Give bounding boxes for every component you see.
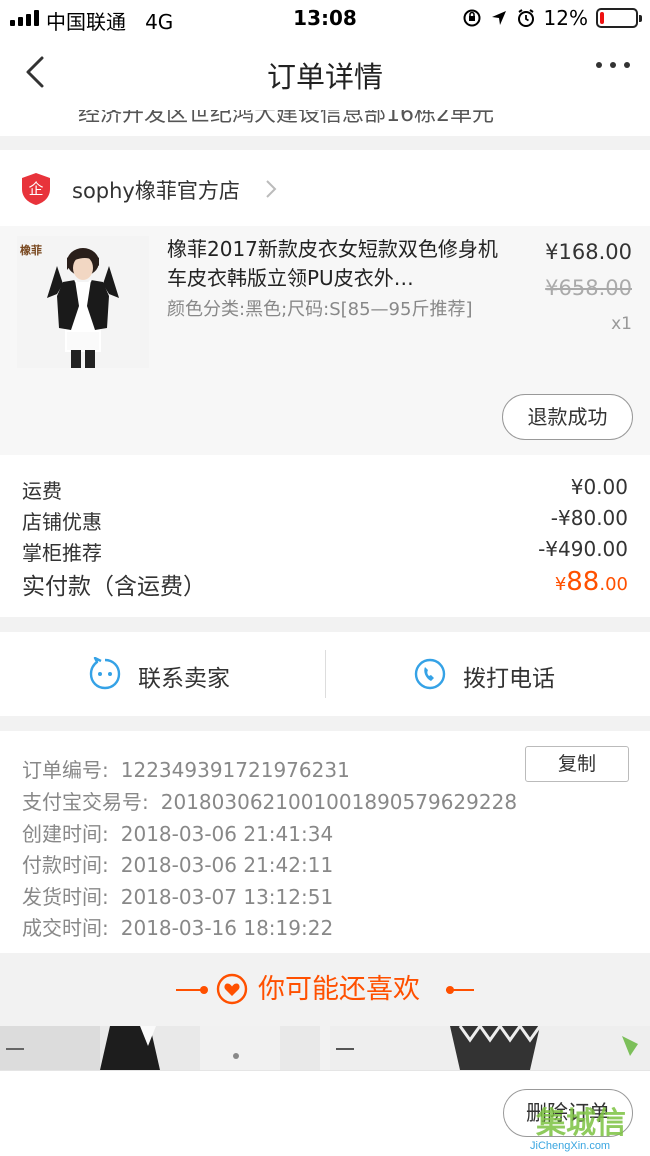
total-decimal: .00 bbox=[599, 574, 628, 595]
battery-icon bbox=[596, 8, 642, 28]
shop-header[interactable]: 企 sophy橡菲官方店 bbox=[0, 150, 650, 226]
shipped-time-row: 发货时间: 2018-03-07 13:12:51 bbox=[22, 881, 333, 910]
total-paid-row: 实付款（含运费） ¥88.00 bbox=[22, 567, 628, 607]
total-currency: ¥ bbox=[554, 574, 567, 595]
battery-percent: 12% bbox=[543, 6, 588, 30]
total-paid-value: ¥88.00 bbox=[555, 567, 628, 597]
recommend-product-image-2[interactable] bbox=[330, 1026, 650, 1070]
heart-icon bbox=[216, 973, 248, 1005]
status-right: 12% bbox=[462, 6, 642, 30]
product-spec: 颜色分类:黑色;尺码:S[85—95斤推荐] bbox=[167, 299, 473, 320]
original-price: ¥658.00 bbox=[545, 276, 632, 300]
total-paid-label: 实付款（含运费） bbox=[22, 574, 206, 600]
recommend-label: 你可能还喜欢 bbox=[258, 974, 420, 1005]
site-watermark: 集城信 JiChengXin.com bbox=[528, 1098, 650, 1156]
order-number-row: 订单编号: 122349391721976231 bbox=[22, 754, 350, 783]
contact-seller-button[interactable]: 联系卖家 bbox=[0, 632, 325, 716]
shopkeeper-recommend-label: 掌柜推荐 bbox=[22, 541, 102, 565]
chevron-right-icon bbox=[266, 180, 277, 198]
alarm-icon bbox=[517, 9, 534, 27]
order-number-label: 订单编号: bbox=[22, 758, 109, 782]
more-dots-icon[interactable] bbox=[596, 62, 630, 68]
order-number-value: 122349391721976231 bbox=[120, 758, 350, 782]
orientation-lock-icon bbox=[463, 9, 481, 27]
shipped-time-label: 发货时间: bbox=[22, 885, 109, 909]
alipay-trade-label: 支付宝交易号: bbox=[22, 790, 149, 814]
shipping-fee-label: 运费 bbox=[22, 479, 62, 503]
current-price: ¥168.00 bbox=[545, 240, 632, 264]
paid-time-label: 付款时间: bbox=[22, 853, 109, 877]
recommend-line-right bbox=[446, 989, 474, 991]
shop-card: 企 sophy橡菲官方店 橡菲 橡菲2017新款皮衣女短款双色修身机车皮衣韩版立… bbox=[0, 150, 650, 455]
shop-name: sophy橡菲官方店 bbox=[72, 179, 240, 203]
phone-icon bbox=[414, 658, 446, 690]
recommend-product-image[interactable] bbox=[0, 1026, 320, 1070]
recommend-header: 你可能还喜欢 bbox=[0, 953, 650, 1026]
paid-time-value: 2018-03-06 21:42:11 bbox=[120, 853, 334, 877]
shopkeeper-recommend-row: 掌柜推荐 -¥490.00 bbox=[22, 537, 628, 567]
copy-button[interactable]: 复制 bbox=[525, 746, 629, 782]
order-item[interactable]: 橡菲 橡菲2017新款皮衣女短款双色修身机车皮衣韩版立领PU皮衣外… 颜色分类:… bbox=[0, 226, 650, 455]
alipay-trade-value: 2018030621001001890579629228 bbox=[160, 790, 518, 814]
shop-badge-icon: 企 bbox=[22, 173, 50, 205]
order-info: 订单编号: 122349391721976231 复制 支付宝交易号: 201803… bbox=[0, 731, 650, 953]
closed-time-label: 成交时间: bbox=[22, 916, 109, 940]
nav-bar: 订单详情 bbox=[0, 36, 650, 110]
recommend-products bbox=[0, 1026, 650, 1070]
created-time-label: 创建时间: bbox=[22, 822, 109, 846]
fee-summary: 运费 ¥0.00 店铺优惠 -¥80.00 掌柜推荐 -¥490.00 实付款（… bbox=[0, 455, 650, 617]
contact-bar: 联系卖家 拨打电话 bbox=[0, 632, 650, 716]
shopkeeper-recommend-value: -¥490.00 bbox=[538, 537, 628, 561]
battery-level bbox=[600, 12, 605, 24]
address-fragment: 经济开发区世纪鸿大建设信息部16栋2单元 bbox=[0, 110, 650, 136]
watermark-logo: 集城信 bbox=[536, 1106, 626, 1141]
shipping-fee-row: 运费 ¥0.00 bbox=[22, 475, 628, 505]
call-phone-label: 拨打电话 bbox=[463, 666, 555, 692]
svg-text:企: 企 bbox=[28, 180, 43, 198]
location-arrow-icon bbox=[491, 11, 506, 25]
total-integer: 88 bbox=[566, 567, 600, 597]
recommend-dot-left bbox=[200, 986, 208, 994]
closed-time-row: 成交时间: 2018-03-16 18:19:22 bbox=[22, 912, 333, 941]
chat-bubble-icon bbox=[89, 657, 121, 690]
product-brand-label: 橡菲 bbox=[20, 244, 42, 257]
closed-time-value: 2018-03-16 18:19:22 bbox=[120, 916, 334, 940]
paid-time-row: 付款时间: 2018-03-06 21:42:11 bbox=[22, 849, 333, 878]
page-title: 订单详情 bbox=[266, 60, 383, 94]
store-discount-row: 店铺优惠 -¥80.00 bbox=[22, 506, 628, 536]
refund-status-button[interactable]: 退款成功 bbox=[502, 394, 633, 440]
created-time-value: 2018-03-06 21:41:34 bbox=[120, 822, 334, 846]
status-bar: 中国联通 4G 13:08 12% bbox=[0, 0, 650, 36]
shipping-fee-value: ¥0.00 bbox=[570, 475, 628, 499]
alipay-trade-row: 支付宝交易号: 2018030621001001890579629228 bbox=[22, 786, 517, 815]
store-discount-value: -¥80.00 bbox=[550, 506, 628, 530]
created-time-row: 创建时间: 2018-03-06 21:41:34 bbox=[22, 818, 333, 847]
product-thumbnail[interactable]: 橡菲 bbox=[17, 236, 149, 368]
watermark-url: JiChengXin.com bbox=[530, 1140, 611, 1152]
contact-seller-label: 联系卖家 bbox=[138, 666, 230, 692]
shipped-time-value: 2018-03-07 13:12:51 bbox=[120, 885, 334, 909]
quantity: x1 bbox=[611, 314, 632, 334]
address-text: 经济开发区世纪鸿大建设信息部16栋2单元 bbox=[78, 110, 494, 127]
call-phone-button[interactable]: 拨打电话 bbox=[325, 632, 650, 716]
store-discount-label: 店铺优惠 bbox=[22, 510, 102, 534]
product-title: 橡菲2017新款皮衣女短款双色修身机车皮衣韩版立领PU皮衣外… bbox=[167, 237, 498, 290]
